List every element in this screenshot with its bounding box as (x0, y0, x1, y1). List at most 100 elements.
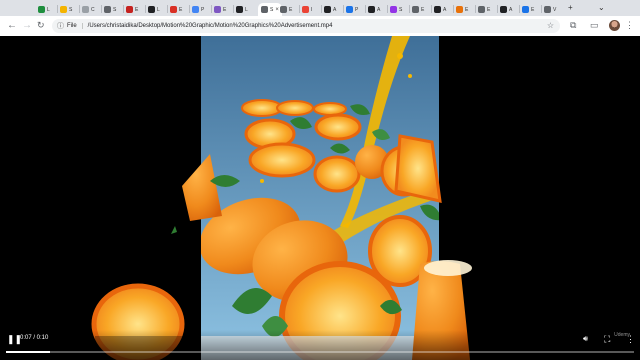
tab-favicon-icon (434, 6, 441, 13)
tab-separator (211, 5, 212, 13)
menu-kebab-icon[interactable]: ⋮ (625, 20, 634, 31)
browser-tab[interactable]: E (412, 3, 424, 16)
browser-tab[interactable]: S × (258, 3, 282, 16)
side-panel-icon[interactable]: ▭ (590, 20, 599, 31)
tab-favicon-icon (192, 6, 199, 13)
reload-button[interactable]: ↻ (37, 20, 45, 31)
video-player[interactable]: ❚❚ 0:07 / 0:10 🔊︎ ⛶ ⋮ Udemy (0, 36, 640, 360)
browser-tab[interactable]: E (522, 3, 534, 16)
tab-title: S (270, 6, 274, 13)
tab-title: L (157, 6, 160, 13)
browser-tab[interactable]: E (280, 3, 292, 16)
info-icon[interactable]: ⓘ (57, 21, 64, 31)
tab-title: I (311, 6, 313, 13)
tab-separator (189, 5, 190, 13)
tab-title: A (443, 6, 447, 13)
tab-favicon-icon (390, 6, 397, 13)
volume-icon[interactable]: 🔊︎ (583, 334, 588, 344)
tab-separator (79, 5, 80, 13)
tab-title: E (531, 6, 535, 13)
tab-title: E (465, 6, 469, 13)
tab-separator (101, 5, 102, 13)
tab-separator (145, 5, 146, 13)
close-tab-icon[interactable]: × (275, 7, 279, 13)
browser-tab[interactable]: P (346, 3, 358, 16)
url-text[interactable]: /Users/christaidika/Desktop/Motion%20Gra… (88, 23, 333, 29)
browser-tab[interactable]: E (456, 3, 468, 16)
browser-tab[interactable]: A (434, 3, 446, 16)
browser-tab[interactable]: E (214, 3, 226, 16)
tab-title: E (421, 6, 425, 13)
video-frame-orange-artwork (91, 36, 472, 360)
tab-title: S (69, 6, 73, 13)
tab-separator (475, 5, 476, 13)
tab-favicon-icon (280, 6, 287, 13)
bookmark-star-icon[interactable]: ☆ (547, 21, 554, 30)
browser-tab[interactable]: A (500, 3, 512, 16)
tab-favicon-icon (456, 6, 463, 13)
tab-separator (519, 5, 520, 13)
tab-title: E (135, 6, 139, 13)
tab-separator (431, 5, 432, 13)
browser-tab[interactable]: V (544, 3, 556, 16)
tab-separator (57, 5, 58, 13)
video-controls: ❚❚ 0:07 / 0:10 🔊︎ ⛶ ⋮ (0, 330, 640, 360)
tab-favicon-icon (126, 6, 133, 13)
browser-toolbar: ← → ↻ ⓘ File /Users/christaidika/Desktop… (0, 16, 640, 37)
tab-favicon-icon (236, 6, 243, 13)
tab-search-chevron-icon[interactable]: ⌄ (598, 3, 605, 12)
tab-favicon-icon (60, 6, 67, 13)
tab-favicon-icon (214, 6, 221, 13)
browser-tab[interactable]: A (368, 3, 380, 16)
browser-tab[interactable]: L (38, 3, 50, 16)
browser-tab[interactable]: I (302, 3, 312, 16)
tab-title: E (179, 6, 183, 13)
tab-title: E (487, 6, 491, 13)
browser-tab[interactable]: A (324, 3, 336, 16)
scheme-chip: File (67, 23, 83, 29)
time-display: 0:07 / 0:10 (20, 335, 49, 341)
tab-favicon-icon (478, 6, 485, 13)
tab-separator (167, 5, 168, 13)
tab-title: L (245, 6, 248, 13)
tab-separator (497, 5, 498, 13)
tab-separator (343, 5, 344, 13)
browser-tab[interactable]: S (104, 3, 116, 16)
tab-favicon-icon (104, 6, 111, 13)
tab-favicon-icon (324, 6, 331, 13)
browser-tab[interactable]: S (390, 3, 402, 16)
tab-favicon-icon (368, 6, 375, 13)
tab-favicon-icon (544, 6, 551, 13)
tab-favicon-icon (261, 6, 268, 13)
fullscreen-icon[interactable]: ⛶ (604, 334, 610, 344)
tab-separator (299, 5, 300, 13)
browser-tab[interactable]: L (148, 3, 160, 16)
tab-title: A (333, 6, 337, 13)
back-button[interactable]: ← (7, 20, 17, 31)
browser-tab[interactable]: S (60, 3, 72, 16)
browser-tab[interactable]: E (478, 3, 490, 16)
new-tab-button[interactable]: + (568, 3, 573, 12)
address-bar[interactable]: ⓘ File /Users/christaidika/Desktop/Motio… (52, 19, 560, 33)
forward-button[interactable]: → (22, 20, 32, 31)
tab-favicon-icon (302, 6, 309, 13)
tab-title: A (509, 6, 513, 13)
tab-favicon-icon (346, 6, 353, 13)
browser-tab[interactable]: P (192, 3, 204, 16)
tab-separator (453, 5, 454, 13)
profile-avatar[interactable] (609, 20, 620, 31)
browser-tab[interactable]: L (236, 3, 248, 16)
tab-favicon-icon (500, 6, 507, 13)
tab-favicon-icon (522, 6, 529, 13)
browser-tab[interactable]: C (82, 3, 95, 16)
browser-tab[interactable]: E (170, 3, 182, 16)
progress-bar[interactable] (6, 351, 634, 353)
watermark: Udemy (614, 332, 630, 338)
tab-title: P (201, 6, 205, 13)
extensions-icon[interactable]: ⧉ (570, 20, 576, 31)
tab-favicon-icon (148, 6, 155, 13)
browser-tab[interactable]: E (126, 3, 138, 16)
tab-title: C (91, 6, 95, 13)
tab-title: P (355, 6, 359, 13)
tab-favicon-icon (170, 6, 177, 13)
